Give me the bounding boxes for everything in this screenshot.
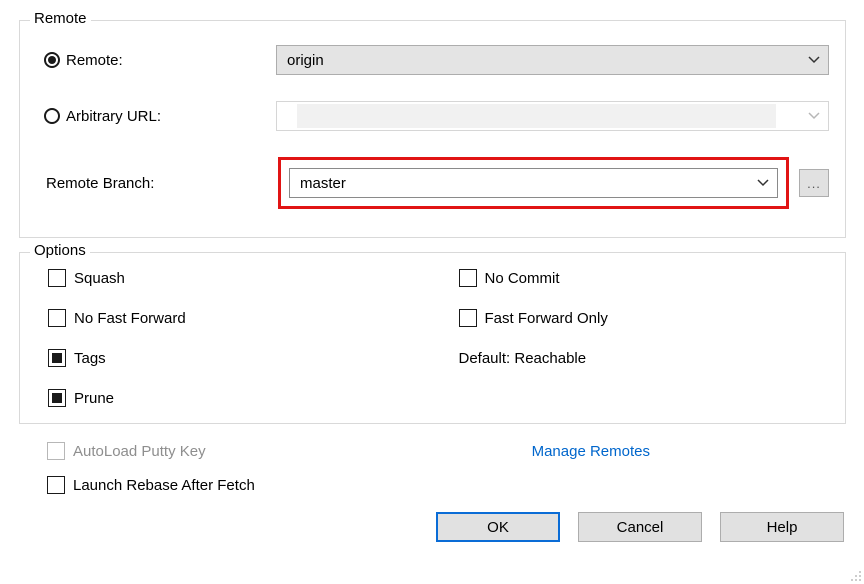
fast-forward-only-label: Fast Forward Only (485, 310, 608, 327)
remote-row: Remote: origin (44, 45, 829, 75)
arbitrary-url-row: Arbitrary URL: (44, 101, 829, 131)
no-fast-forward-checkbox[interactable] (48, 309, 66, 327)
dialog-button-bar: OK Cancel Help (3, 512, 844, 542)
remote-radio[interactable] (44, 52, 60, 68)
prune-label: Prune (74, 390, 114, 407)
manage-remotes-link[interactable]: Manage Remotes (532, 443, 650, 460)
arbitrary-url-combobox (276, 101, 829, 131)
bottom-area: AutoLoad Putty Key Manage Remotes Launch… (19, 440, 846, 494)
fast-forward-only-checkbox[interactable] (459, 309, 477, 327)
fetch-dialog: Remote Remote: origin Arbitrary URL: (0, 0, 864, 584)
remote-branch-highlight: master (278, 157, 789, 209)
tags-label: Tags (74, 350, 106, 367)
options-left-column: Squash No Fast Forward Tags Prune (48, 267, 419, 409)
arbitrary-url-field (297, 104, 776, 128)
no-ff-row: No Fast Forward (48, 307, 419, 329)
squash-label: Squash (74, 270, 125, 287)
remote-branch-label: Remote Branch: (46, 175, 154, 192)
chevron-down-icon (808, 112, 820, 120)
arbitrary-url-radio[interactable] (44, 108, 60, 124)
no-fast-forward-label: No Fast Forward (74, 310, 186, 327)
chevron-down-icon (808, 56, 820, 64)
remote-combobox[interactable]: origin (276, 45, 829, 75)
default-row: Default: Reachable (459, 347, 830, 369)
resize-grip-icon[interactable] (848, 568, 862, 582)
remote-legend: Remote (30, 10, 91, 27)
no-commit-row: No Commit (459, 267, 830, 289)
remote-branch-row: Remote Branch: master ... (44, 157, 829, 209)
remote-combobox-value: origin (287, 52, 324, 69)
remote-groupbox: Remote Remote: origin Arbitrary URL: (19, 20, 846, 238)
ff-only-row: Fast Forward Only (459, 307, 830, 329)
remote-branch-combobox[interactable]: master (289, 168, 778, 198)
options-columns: Squash No Fast Forward Tags Prune (48, 267, 829, 409)
remote-branch-more-button[interactable]: ... (799, 169, 829, 197)
options-groupbox: Options Squash No Fast Forward Tags Prun (19, 252, 846, 424)
launch-rebase-label: Launch Rebase After Fetch (73, 477, 255, 494)
launch-rebase-row: Launch Rebase After Fetch (47, 476, 830, 494)
options-right-column: No Commit Fast Forward Only Default: Rea… (459, 267, 830, 409)
remote-branch-value: master (300, 175, 346, 192)
arbitrary-url-radio-label: Arbitrary URL: (66, 108, 161, 125)
chevron-down-icon (757, 179, 769, 187)
prune-row: Prune (48, 387, 419, 409)
no-commit-label: No Commit (485, 270, 560, 287)
options-legend: Options (30, 242, 90, 259)
prune-checkbox[interactable] (48, 389, 66, 407)
autoload-putty-label: AutoLoad Putty Key (73, 443, 206, 460)
autoload-putty-checkbox (47, 442, 65, 460)
help-button[interactable]: Help (720, 512, 844, 542)
cancel-button[interactable]: Cancel (578, 512, 702, 542)
ok-button[interactable]: OK (436, 512, 560, 542)
remote-radio-label: Remote: (66, 52, 123, 69)
no-commit-checkbox[interactable] (459, 269, 477, 287)
launch-rebase-checkbox[interactable] (47, 476, 65, 494)
tags-row: Tags (48, 347, 419, 369)
autoload-row: AutoLoad Putty Key Manage Remotes (47, 440, 830, 462)
default-reachable-text: Default: Reachable (459, 350, 587, 367)
squash-row: Squash (48, 267, 419, 289)
tags-checkbox[interactable] (48, 349, 66, 367)
squash-checkbox[interactable] (48, 269, 66, 287)
